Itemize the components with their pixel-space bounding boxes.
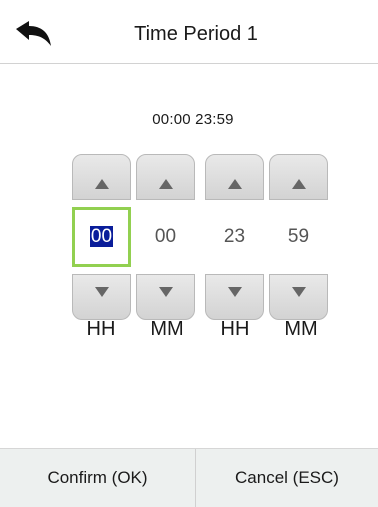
start-minute-decrement-button[interactable] (136, 274, 195, 320)
start-minute-spinner: 00 (136, 154, 195, 320)
start-hour-spinner: 00 (72, 154, 131, 320)
triangle-down-icon (95, 287, 109, 297)
triangle-down-icon (159, 287, 173, 297)
triangle-up-icon (228, 179, 242, 189)
start-hour-decrement-button[interactable] (72, 274, 131, 320)
page-title: Time Period 1 (134, 23, 258, 45)
end-hour-decrement-button[interactable] (205, 274, 264, 320)
start-minute-unit-label: MM (150, 318, 184, 340)
end-hour-increment-button[interactable] (205, 154, 264, 200)
confirm-button[interactable]: Confirm (OK) (0, 449, 195, 507)
start-hour-value-text: 00 (89, 226, 114, 247)
start-minute-increment-button[interactable] (136, 154, 195, 200)
end-minute-decrement-button[interactable] (269, 274, 328, 320)
end-minute-spinner: 59 (269, 154, 328, 320)
start-hour-increment-button[interactable] (72, 154, 131, 200)
triangle-down-icon (228, 287, 242, 297)
start-minute-value[interactable]: 00 (136, 207, 195, 267)
end-minute-unit-label: MM (284, 318, 318, 340)
cancel-button[interactable]: Cancel (ESC) (196, 449, 378, 507)
triangle-up-icon (95, 179, 109, 189)
triangle-up-icon (292, 179, 306, 189)
time-range-display: 00:00 23:59 (152, 111, 234, 128)
end-hour-value[interactable]: 23 (205, 207, 264, 267)
footer-bar: Confirm (OK) Cancel (ESC) (0, 448, 378, 507)
triangle-up-icon (159, 179, 173, 189)
start-hour-value[interactable]: 00 (72, 207, 131, 267)
start-hour-unit-label: HH (86, 318, 116, 340)
header-bar: Time Period 1 (0, 0, 378, 64)
end-minute-value[interactable]: 59 (269, 207, 328, 267)
end-hour-spinner: 23 (205, 154, 264, 320)
end-hour-unit-label: HH (220, 318, 250, 340)
end-minute-increment-button[interactable] (269, 154, 328, 200)
triangle-down-icon (292, 287, 306, 297)
